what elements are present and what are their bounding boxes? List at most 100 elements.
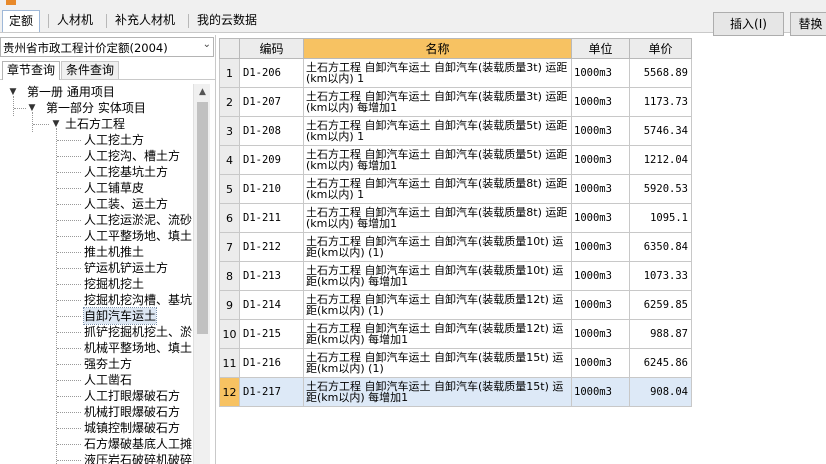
grid-header-unit[interactable]: 单位 xyxy=(571,38,630,59)
table-row[interactable]: 10 D1-215 土石方工程 自卸汽车运土 自卸汽车(装载质量12t) 运距(km… xyxy=(219,319,692,349)
row-index[interactable]: 3 xyxy=(219,116,240,146)
cell-code[interactable]: D1-216 xyxy=(239,348,304,378)
table-row[interactable]: 1 D1-206 土石方工程 自卸汽车运土 自卸汽车(装载质量3t) 运距(km以内… xyxy=(219,58,692,88)
cell-price[interactable]: 6259.85 xyxy=(629,290,692,320)
cell-unit[interactable]: 1000m3 xyxy=(571,232,630,262)
tree-node-leaf[interactable]: 人工平整场地、填土 xyxy=(84,228,192,244)
row-index[interactable]: 2 xyxy=(219,87,240,117)
cell-name[interactable]: 土石方工程 自卸汽车运土 自卸汽车(装载质量15t) 运距(km以内) 每增加1 xyxy=(303,377,572,407)
row-index[interactable]: 8 xyxy=(219,261,240,291)
cell-name[interactable]: 土石方工程 自卸汽车运土 自卸汽车(装载质量15t) 运距(km以内) (1) xyxy=(303,348,572,378)
cell-name[interactable]: 土石方工程 自卸汽车运土 自卸汽车(装载质量3t) 运距(km以内) 1 xyxy=(303,58,572,88)
tree-node-leaf[interactable]: 人工挖基坑土方 xyxy=(84,164,168,180)
collapse-triangle-icon[interactable]: ▼ xyxy=(51,116,61,132)
row-index[interactable]: 5 xyxy=(219,174,240,204)
tree-node-leaf[interactable]: 城镇控制爆破石方 xyxy=(84,420,180,436)
table-row[interactable]: 5 D1-210 土石方工程 自卸汽车运土 自卸汽车(装载质量8t) 运距(km以内… xyxy=(219,174,692,204)
row-index[interactable]: 1 xyxy=(219,58,240,88)
replace-button[interactable]: 替换 xyxy=(790,12,826,36)
cell-unit[interactable]: 1000m3 xyxy=(571,377,630,407)
collapse-triangle-icon[interactable]: ▼ xyxy=(27,100,37,116)
cell-code[interactable]: D1-215 xyxy=(239,319,304,349)
row-index[interactable]: 10 xyxy=(219,319,240,349)
cell-name[interactable]: 土石方工程 自卸汽车运土 自卸汽车(装载质量8t) 运距(km以内) 1 xyxy=(303,174,572,204)
cell-name[interactable]: 土石方工程 自卸汽车运土 自卸汽车(装载质量5t) 运距(km以内) 每增加1 xyxy=(303,145,572,175)
cell-price[interactable]: 5568.89 xyxy=(629,58,692,88)
table-row[interactable]: 8 D1-213 土石方工程 自卸汽车运土 自卸汽车(装载质量10t) 运距(km以… xyxy=(219,261,692,291)
cell-price[interactable]: 1173.73 xyxy=(629,87,692,117)
insert-button[interactable]: 插入(I) xyxy=(713,12,784,36)
tab-condition-query[interactable]: 条件查询 xyxy=(61,61,120,80)
tab-supplement-materials[interactable]: 补充人材机 xyxy=(109,10,181,32)
tree-node-leaf[interactable]: 机械打眼爆破石方 xyxy=(84,404,180,420)
tree-node-leaf[interactable]: 人工挖沟、槽土方 xyxy=(84,148,180,164)
row-index[interactable]: 6 xyxy=(219,203,240,233)
table-row[interactable]: 7 D1-212 土石方工程 自卸汽车运土 自卸汽车(装载质量10t) 运距(km以… xyxy=(219,232,692,262)
cell-code[interactable]: D1-208 xyxy=(239,116,304,146)
grid-header-price[interactable]: 单价 xyxy=(629,38,692,59)
tree-node-leaf[interactable]: 挖掘机挖沟槽、基坑 xyxy=(84,292,192,308)
cell-code[interactable]: D1-209 xyxy=(239,145,304,175)
cell-unit[interactable]: 1000m3 xyxy=(571,87,630,117)
collapse-triangle-icon[interactable]: ▼ xyxy=(8,84,18,100)
cell-price[interactable]: 1073.33 xyxy=(629,261,692,291)
table-row[interactable]: 9 D1-214 土石方工程 自卸汽车运土 自卸汽车(装载质量12t) 运距(km以… xyxy=(219,290,692,320)
grid-header-code[interactable]: 编码 xyxy=(239,38,304,59)
cell-price[interactable]: 988.87 xyxy=(629,319,692,349)
cell-code[interactable]: D1-206 xyxy=(239,58,304,88)
cell-name[interactable]: 土石方工程 自卸汽车运土 自卸汽车(装载质量3t) 运距(km以内) 每增加1 xyxy=(303,87,572,117)
cell-price[interactable]: 6350.84 xyxy=(629,232,692,262)
table-row[interactable]: 12 D1-217 土石方工程 自卸汽车运土 自卸汽车(装载质量15t) 运距(km… xyxy=(219,377,692,407)
tree-node-leaf[interactable]: 强夯土方 xyxy=(84,356,132,372)
tree-node-leaf[interactable]: 挖掘机挖土 xyxy=(84,276,144,292)
cell-name[interactable]: 土石方工程 自卸汽车运土 自卸汽车(装载质量12t) 运距(km以内) 每增加1 xyxy=(303,319,572,349)
table-row[interactable]: 4 D1-209 土石方工程 自卸汽车运土 自卸汽车(装载质量5t) 运距(km以内… xyxy=(219,145,692,175)
cell-price[interactable]: 908.04 xyxy=(629,377,692,407)
chevron-down-icon[interactable]: ⌄ xyxy=(203,39,211,50)
cell-name[interactable]: 土石方工程 自卸汽车运土 自卸汽车(装载质量10t) 运距(km以内) 每增加1 xyxy=(303,261,572,291)
cell-code[interactable]: D1-211 xyxy=(239,203,304,233)
tree-node-earthwork[interactable]: 土石方工程 xyxy=(65,116,125,132)
cell-code[interactable]: D1-217 xyxy=(239,377,304,407)
cell-unit[interactable]: 1000m3 xyxy=(571,116,630,146)
cell-unit[interactable]: 1000m3 xyxy=(571,58,630,88)
grid-header-name[interactable]: 名称 xyxy=(303,38,572,59)
cell-name[interactable]: 土石方工程 自卸汽车运土 自卸汽车(装载质量8t) 运距(km以内) 每增加1 xyxy=(303,203,572,233)
row-index[interactable]: 11 xyxy=(219,348,240,378)
cell-code[interactable]: D1-212 xyxy=(239,232,304,262)
cell-code[interactable]: D1-210 xyxy=(239,174,304,204)
row-index[interactable]: 12 xyxy=(219,377,240,407)
tree-node-leaf[interactable]: 推土机推土 xyxy=(84,244,144,260)
tree-node-leaf[interactable]: 人工挖运淤泥、流砂 xyxy=(84,212,192,228)
cell-price[interactable]: 5746.34 xyxy=(629,116,692,146)
cell-code[interactable]: D1-214 xyxy=(239,290,304,320)
tree-node-leaf[interactable]: 机械平整场地、填土 xyxy=(84,340,192,356)
cell-name[interactable]: 土石方工程 自卸汽车运土 自卸汽车(装载质量10t) 运距(km以内) (1) xyxy=(303,232,572,262)
row-index[interactable]: 4 xyxy=(219,145,240,175)
tab-quota[interactable]: 定额 xyxy=(2,10,41,32)
tree-scrollbar[interactable]: ▲ xyxy=(193,84,210,464)
cell-name[interactable]: 土石方工程 自卸汽车运土 自卸汽车(装载质量12t) 运距(km以内) (1) xyxy=(303,290,572,320)
scroll-up-arrow-icon[interactable]: ▲ xyxy=(194,84,211,101)
table-row[interactable]: 6 D1-211 土石方工程 自卸汽车运土 自卸汽车(装载质量8t) 运距(km以内… xyxy=(219,203,692,233)
library-select[interactable]: 贵州省市政工程计价定额(2004) ⌄ xyxy=(0,37,214,57)
tree-node-leaf[interactable]: 人工打眼爆破石方 xyxy=(84,388,180,404)
tree-node-part-1[interactable]: 第一部分 实体项目 xyxy=(46,100,146,116)
scrollbar-thumb[interactable] xyxy=(197,102,208,334)
cell-code[interactable]: D1-207 xyxy=(239,87,304,117)
cell-unit[interactable]: 1000m3 xyxy=(571,348,630,378)
tree-node-volume-1[interactable]: 第一册 通用项目 xyxy=(27,84,115,100)
tree-node-leaf[interactable]: 人工挖土方 xyxy=(84,132,144,148)
tab-chapter-query[interactable]: 章节查询 xyxy=(2,61,61,80)
cell-unit[interactable]: 1000m3 xyxy=(571,319,630,349)
tree-node-leaf[interactable]: 液压岩石破碎机破碎 xyxy=(84,452,192,464)
cell-unit[interactable]: 1000m3 xyxy=(571,290,630,320)
tree-node-leaf[interactable]: 铲运机铲运土方 xyxy=(84,260,168,276)
cell-name[interactable]: 土石方工程 自卸汽车运土 自卸汽车(装载质量5t) 运距(km以内) 1 xyxy=(303,116,572,146)
cell-price[interactable]: 1095.1 xyxy=(629,203,692,233)
cell-unit[interactable]: 1000m3 xyxy=(571,174,630,204)
row-index[interactable]: 7 xyxy=(219,232,240,262)
cell-unit[interactable]: 1000m3 xyxy=(571,145,630,175)
tree-node-leaf[interactable]: 人工铺草皮 xyxy=(84,180,144,196)
tree-node-leaf[interactable]: 人工凿石 xyxy=(84,372,132,388)
